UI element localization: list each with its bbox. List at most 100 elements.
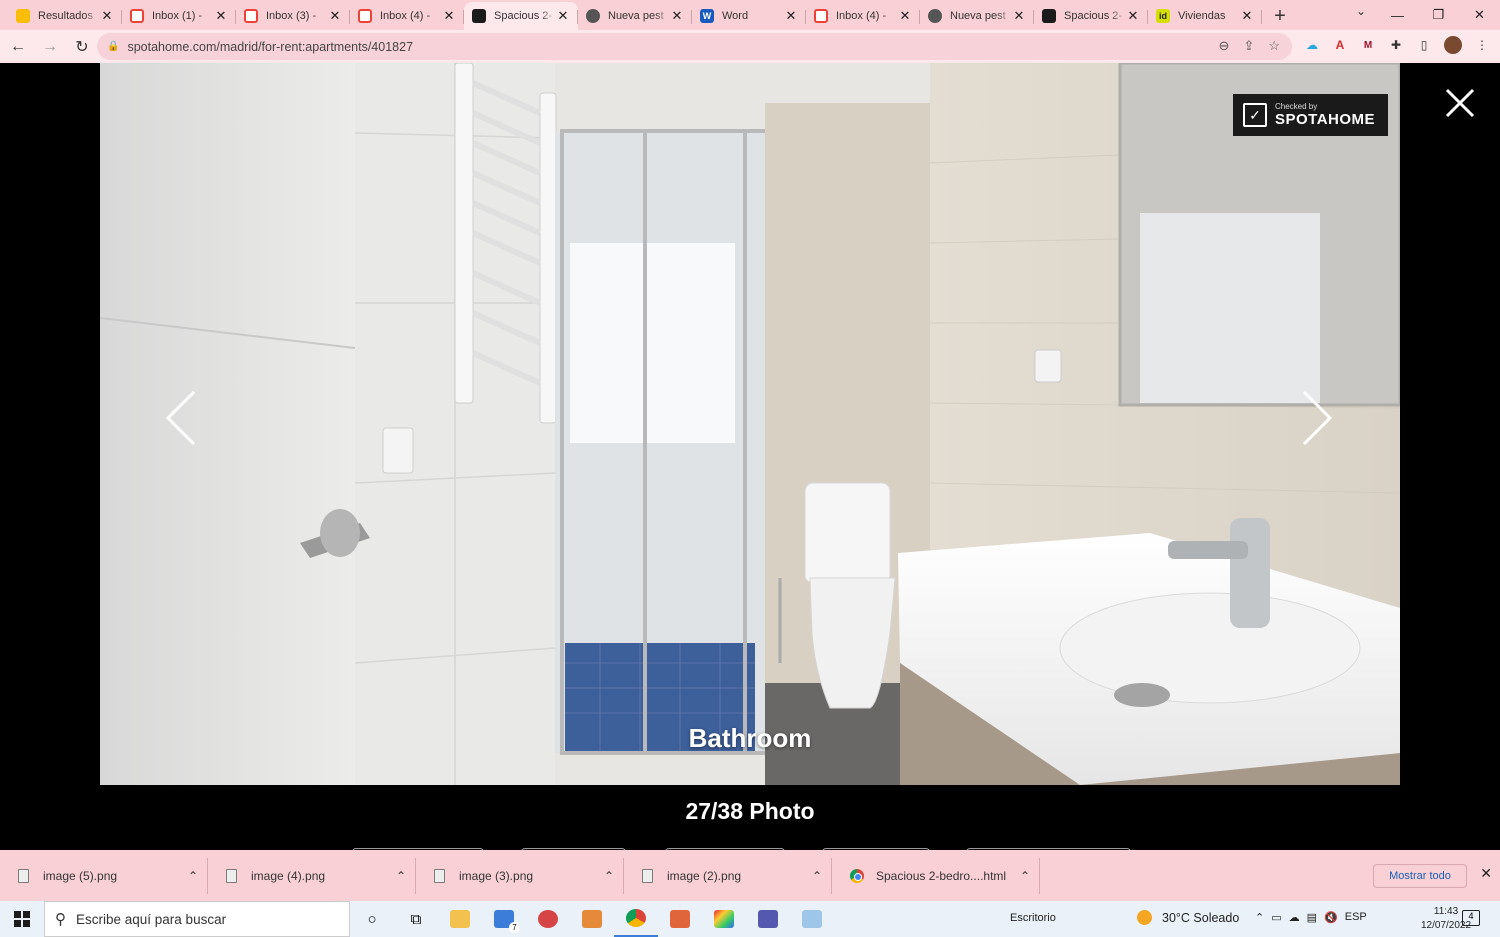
language-indicator[interactable]: ESP	[1345, 911, 1367, 924]
media-player-icon[interactable]	[570, 901, 614, 937]
desktop-toolbar-label[interactable]: Escritorio	[1010, 912, 1056, 924]
chrome-taskbar-icon[interactable]	[614, 901, 658, 937]
browser-tab[interactable]: W Word ✕	[692, 2, 806, 30]
close-tab-icon[interactable]: ✕	[1126, 8, 1140, 24]
watermark-small-text: Checked by	[1275, 102, 1318, 111]
downloads-bar: image (5).png ⌃ image (4).png ⌃ image (3).pn…	[0, 850, 1500, 901]
close-tab-icon[interactable]: ✕	[556, 8, 570, 24]
browser-tab[interactable]: Inbox (1) - ✕	[122, 2, 236, 30]
notifications-icon[interactable]: 4	[1462, 910, 1480, 926]
acrobat-extension-icon[interactable]: A	[1332, 37, 1348, 53]
close-tab-icon[interactable]: ✕	[670, 8, 684, 24]
search-placeholder: Escribe aquí para buscar	[76, 911, 227, 927]
spotahome-icon	[1042, 9, 1056, 23]
battery-icon[interactable]: ▭	[1271, 911, 1281, 924]
teams-icon[interactable]	[746, 901, 790, 937]
back-icon[interactable]: ←	[4, 33, 32, 61]
mail-badge: 7	[509, 922, 520, 933]
lock-icon[interactable]: 🔒	[107, 41, 119, 52]
browser-tab[interactable]: Inbox (3) - ✕	[236, 2, 350, 30]
tab-search-icon[interactable]: ⌄	[1356, 4, 1366, 18]
extensions-puzzle-icon[interactable]: ✚	[1388, 37, 1404, 53]
chevron-up-icon[interactable]: ⌃	[386, 869, 416, 883]
paint-icon[interactable]	[790, 901, 834, 937]
profile-avatar[interactable]	[1444, 36, 1462, 54]
google-drive-icon	[16, 9, 30, 23]
close-tab-icon[interactable]: ✕	[898, 8, 912, 24]
photo-counter: 27/38 Photo	[685, 798, 815, 824]
next-photo-button[interactable]	[1298, 388, 1338, 448]
volume-muted-icon[interactable]: 🔇	[1324, 911, 1338, 924]
close-viewer-button[interactable]	[1442, 85, 1478, 121]
download-item[interactable]: image (3).png ⌃	[416, 850, 624, 901]
tab-title: Spacious 2-	[1064, 10, 1123, 22]
cloud-extension-icon[interactable]: ☁	[1304, 37, 1320, 53]
close-tab-icon[interactable]: ✕	[214, 8, 228, 24]
browser-tab[interactable]: Inbox (4) - ✕	[806, 2, 920, 30]
photos-app-icon[interactable]	[702, 901, 746, 937]
game-app-icon[interactable]	[526, 901, 570, 937]
download-item[interactable]: Spacious 2-bedro....html ⌃	[832, 850, 1040, 901]
reload-icon[interactable]: ↻	[68, 33, 96, 61]
close-tab-icon[interactable]: ✕	[784, 8, 798, 24]
download-filename: image (4).png	[251, 868, 326, 883]
new-tab-button[interactable]: +	[1266, 2, 1294, 30]
browser-tab[interactable]: Nueva pest ✕	[578, 2, 692, 30]
chevron-up-icon[interactable]: ⌃	[802, 869, 832, 883]
browser-tab[interactable]: Spacious 2- ✕	[464, 2, 578, 30]
onedrive-icon[interactable]: ☁	[1289, 911, 1300, 924]
network-icon[interactable]: ▤	[1307, 911, 1317, 924]
download-filename: image (2).png	[667, 868, 742, 883]
mendeley-extension-icon[interactable]: M	[1360, 37, 1376, 53]
address-bar[interactable]: 🔒 spotahome.com/madrid/for-rent:apartmen…	[97, 33, 1292, 60]
tab-title: Inbox (4) -	[836, 10, 887, 22]
close-downloads-icon[interactable]: ✕	[1480, 865, 1492, 882]
bookmark-star-icon[interactable]: ☆	[1268, 38, 1280, 54]
download-item[interactable]: image (4).png ⌃	[208, 850, 416, 901]
previous-photo-button[interactable]	[160, 388, 200, 448]
office-icon[interactable]	[658, 901, 702, 937]
chevron-left-icon	[165, 390, 196, 446]
menu-kebab-icon[interactable]: ⋮	[1474, 37, 1490, 53]
system-tray: ⌃ ▭ ☁ ▤ 🔇 ESP	[1255, 911, 1367, 924]
browser-tab[interactable]: id Viviendas ✕	[1148, 2, 1262, 30]
close-tab-icon[interactable]: ✕	[100, 8, 114, 24]
side-panel-icon[interactable]: ▯	[1416, 37, 1432, 53]
zoom-icon[interactable]: ⊖	[1219, 38, 1230, 54]
browser-tab[interactable]: Nueva pest ✕	[920, 2, 1034, 30]
browser-tab[interactable]: Inbox (4) - ✕	[350, 2, 464, 30]
task-view-icon[interactable]: ⧉	[394, 901, 438, 937]
chevron-up-icon[interactable]: ⌃	[178, 869, 208, 883]
tab-strip: Resultados ✕ Inbox (1) - ✕ Inbox (3) - ✕ Inbox…	[0, 0, 1500, 30]
mail-icon[interactable]: 7	[482, 901, 526, 937]
photo-caption: Bathroom	[688, 723, 812, 753]
download-filename: Spacious 2-bedro....html	[876, 868, 1007, 883]
close-tab-icon[interactable]: ✕	[442, 8, 456, 24]
close-tab-icon[interactable]: ✕	[1240, 8, 1254, 24]
download-filename: image (3).png	[459, 868, 534, 883]
show-hidden-icons-icon[interactable]: ⌃	[1255, 911, 1264, 924]
chevron-up-icon[interactable]: ⌃	[1010, 869, 1040, 883]
cortana-icon[interactable]: ○	[350, 901, 394, 937]
browser-tab[interactable]: Resultados ✕	[8, 2, 122, 30]
start-button[interactable]	[0, 901, 44, 937]
share-icon[interactable]: ⇪	[1243, 38, 1254, 54]
download-item[interactable]: image (2).png ⌃	[624, 850, 832, 901]
weather-widget[interactable]: 30°C Soleado	[1137, 910, 1239, 925]
photo-viewer: ✓ Checked by SPOTAHOME Bathroom 27/38 Ph…	[0, 63, 1500, 850]
spotahome-watermark: ✓ Checked by SPOTAHOME	[1233, 94, 1388, 136]
minimize-icon[interactable]: —	[1377, 0, 1418, 30]
bathroom-photo: ✓ Checked by SPOTAHOME Bathroom	[100, 63, 1400, 785]
tab-title: Inbox (3) -	[266, 10, 317, 22]
restore-icon[interactable]: ❐	[1418, 0, 1459, 30]
close-tab-icon[interactable]: ✕	[328, 8, 342, 24]
show-all-downloads-button[interactable]: Mostrar todo	[1373, 864, 1467, 888]
browser-tab[interactable]: Spacious 2- ✕	[1034, 2, 1148, 30]
chevron-up-icon[interactable]: ⌃	[594, 869, 624, 883]
close-tab-icon[interactable]: ✕	[1012, 8, 1026, 24]
download-item[interactable]: image (5).png ⌃	[0, 850, 208, 901]
close-window-icon[interactable]: ✕	[1459, 0, 1500, 30]
file-explorer-icon[interactable]	[438, 901, 482, 937]
taskbar-search[interactable]: ⚲ Escribe aquí para buscar	[44, 901, 350, 937]
forward-icon[interactable]: →	[36, 33, 64, 61]
